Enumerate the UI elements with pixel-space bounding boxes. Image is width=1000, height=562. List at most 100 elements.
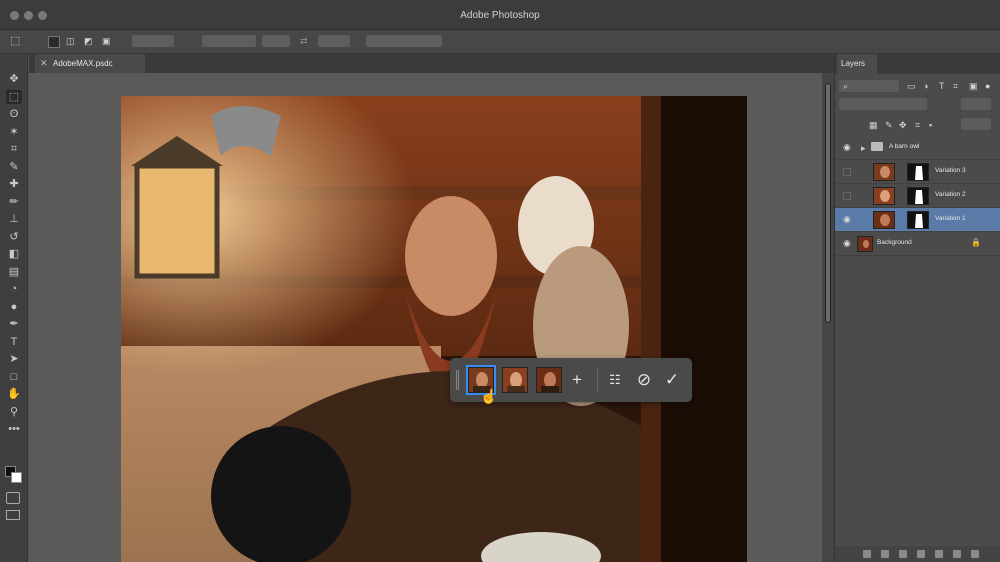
visibility-eye-icon[interactable]: ◉: [843, 238, 853, 248]
visibility-eye-icon[interactable]: ◉: [843, 214, 853, 224]
layer-row-background[interactable]: ◉ Background 🔒: [835, 232, 1000, 256]
brush-tool[interactable]: ✏: [6, 195, 22, 209]
layer-name: Variation 3: [935, 167, 966, 174]
hand-tool[interactable]: ✋: [6, 387, 22, 401]
new-layer-icon[interactable]: [953, 550, 961, 558]
background-color-swatch[interactable]: [11, 472, 22, 483]
filter-smart-object-icon[interactable]: ▣: [969, 81, 978, 91]
confirm-checkmark-icon[interactable]: ✓: [662, 368, 682, 392]
height-field[interactable]: [318, 35, 350, 47]
variation-thumbnail-3[interactable]: [536, 367, 562, 393]
gradient-tool[interactable]: ▤: [6, 265, 22, 279]
layer-style-icon[interactable]: [881, 550, 889, 558]
visibility-toggle-empty[interactable]: [843, 168, 851, 176]
path-select-tool[interactable]: ➤: [6, 352, 22, 366]
layer-name: Background: [877, 239, 912, 246]
layer-group-row[interactable]: ◉ ▸ A barn owl: [835, 136, 1000, 160]
title-bar: Adobe Photoshop: [0, 0, 1000, 30]
group-name: A barn owl: [889, 143, 920, 150]
vertical-scrollbar[interactable]: [822, 73, 834, 562]
opacity-field[interactable]: [961, 98, 991, 110]
lock-transparent-icon[interactable]: ▦: [869, 120, 878, 130]
document-tab-label: AdobeMAX.psdc: [53, 59, 113, 68]
width-field[interactable]: [262, 35, 290, 47]
quick-mask-icon[interactable]: [6, 492, 20, 504]
lasso-tool[interactable]: ʘ: [6, 107, 22, 121]
lock-pixels-icon[interactable]: ✎: [885, 120, 893, 130]
filter-adjustment-icon[interactable]: ◑: [923, 81, 928, 91]
layer-row-variation-2[interactable]: Variation 2: [835, 184, 1000, 208]
filter-type-icon[interactable]: T: [939, 81, 945, 91]
lock-position-icon[interactable]: ✥: [899, 120, 907, 130]
eyedropper-tool[interactable]: ✎: [6, 160, 22, 174]
photo-artwork: [121, 96, 747, 562]
layer-thumbnail: [873, 211, 895, 229]
subtract-selection-icon[interactable]: ◩: [84, 36, 93, 46]
feather-field[interactable]: [132, 35, 174, 47]
healing-tool[interactable]: ✚: [6, 177, 22, 191]
add-selection-icon[interactable]: ◫: [66, 36, 75, 46]
magic-wand-tool[interactable]: ✶: [6, 125, 22, 139]
shape-tool[interactable]: □: [6, 370, 22, 384]
variation-thumbnail-2[interactable]: [502, 367, 528, 393]
lock-artboard-icon[interactable]: ⌗: [915, 120, 920, 130]
pen-tool[interactable]: ✒: [6, 317, 22, 331]
dodge-tool[interactable]: ●: [6, 300, 22, 314]
blend-mode-dropdown[interactable]: [839, 98, 927, 110]
panel-tab-bar: Layers: [835, 54, 1000, 74]
hand-cursor-icon: ☝: [480, 388, 498, 404]
zoom-tool[interactable]: ⚲: [6, 405, 22, 419]
lock-icon: 🔒: [971, 238, 981, 247]
layer-name: Variation 1: [935, 215, 966, 222]
adjustment-layer-icon[interactable]: [917, 550, 925, 558]
layers-panel: Layers ⌕ ▭ ◑ T ⌗ ▣ ● ▦ ✎ ✥ ⌗ ▪ ◉ ▸ A bar…: [834, 54, 1000, 562]
filter-image-icon[interactable]: ▭: [907, 81, 916, 91]
swap-icon[interactable]: ⇄: [300, 36, 308, 46]
new-group-icon[interactable]: [935, 550, 943, 558]
scrollbar-thumb[interactable]: [825, 83, 831, 323]
type-tool[interactable]: T: [6, 335, 22, 349]
lock-all-icon[interactable]: ▪: [929, 120, 932, 130]
document-tab[interactable]: ✕ AdobeMAX.psdc: [35, 54, 145, 73]
layer-row-variation-3[interactable]: Variation 3: [835, 160, 1000, 184]
cancel-icon[interactable]: ⊘: [634, 368, 654, 392]
select-and-mask-button[interactable]: [366, 35, 442, 47]
close-tab-icon[interactable]: ✕: [40, 54, 48, 73]
toolbar-separator: [597, 368, 598, 392]
blur-tool[interactable]: ◔: [6, 282, 22, 296]
layer-mask-image: [915, 166, 923, 180]
canvas-photo[interactable]: [121, 96, 747, 562]
new-selection-icon[interactable]: [48, 36, 60, 48]
add-mask-icon[interactable]: [899, 550, 907, 558]
history-brush-tool[interactable]: ↺: [6, 230, 22, 244]
stamp-tool[interactable]: ⊥: [6, 212, 22, 226]
marquee-options-icon[interactable]: ⬚: [10, 36, 20, 47]
move-tool[interactable]: ✥: [6, 72, 22, 86]
document-tab-bar: ✕ AdobeMAX.psdc: [29, 54, 834, 73]
delete-layer-icon[interactable]: [971, 550, 979, 558]
layer-thumbnail-image: [874, 188, 894, 204]
crop-tool[interactable]: ⌗: [6, 142, 22, 156]
tools-panel: ✥ ⬚ ʘ ✶ ⌗ ✎ ✚ ✏ ⊥ ↺ ◧ ▤ ◔ ● ✒ T ➤ □ ✋ ⚲ •••: [0, 54, 28, 562]
layer-row-variation-1[interactable]: ◉ Variation 1: [835, 208, 1000, 232]
style-dropdown[interactable]: [202, 35, 256, 47]
filter-shape-icon[interactable]: ⌗: [953, 81, 958, 91]
group-expand-icon[interactable]: ▸: [861, 143, 866, 153]
layer-mask-image: [915, 190, 923, 204]
options-bar: ⬚ ◫ ◩ ▣ ⇄: [0, 30, 1000, 54]
fill-field[interactable]: [961, 118, 991, 130]
marquee-tool[interactable]: ⬚: [6, 89, 22, 104]
screen-mode-icon[interactable]: [6, 510, 20, 520]
settings-sliders-icon[interactable]: ☷: [605, 368, 625, 392]
more-tools[interactable]: •••: [6, 422, 22, 436]
drag-handle[interactable]: [456, 370, 459, 390]
tab-layers[interactable]: Layers: [837, 54, 877, 74]
visibility-toggle-empty[interactable]: [843, 192, 851, 200]
filter-toggle-icon[interactable]: ●: [985, 81, 990, 91]
add-variation-icon[interactable]: +: [567, 368, 587, 392]
eraser-tool[interactable]: ◧: [6, 247, 22, 261]
intersect-selection-icon[interactable]: ▣: [102, 36, 111, 46]
link-layers-icon[interactable]: [863, 550, 871, 558]
visibility-eye-icon[interactable]: ◉: [843, 142, 853, 152]
layer-mask-thumbnail: [907, 163, 929, 181]
